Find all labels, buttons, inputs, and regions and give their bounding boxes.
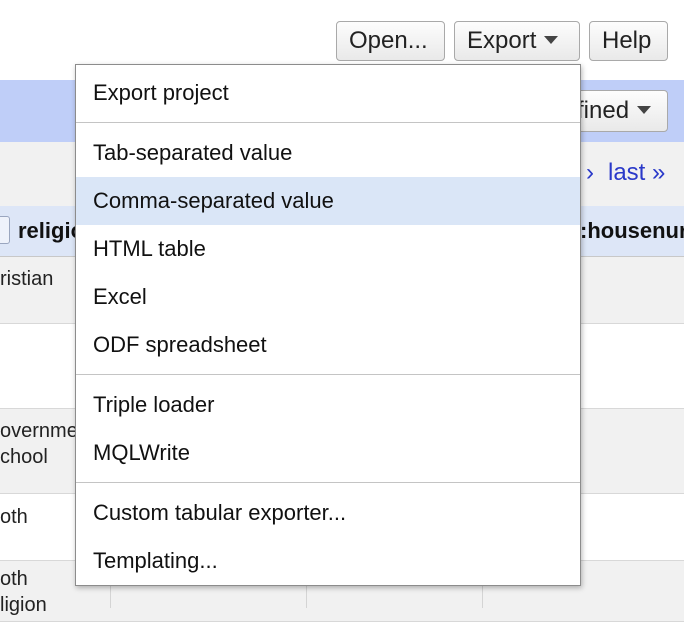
menu-separator: [76, 122, 580, 123]
column-header-housenumber[interactable]: :housenur: [580, 218, 684, 244]
menu-separator: [76, 374, 580, 375]
pager-next-link[interactable]: ›: [586, 159, 594, 186]
menu-item-html-table[interactable]: HTML table: [76, 225, 580, 273]
table-cell-line: overnme: [0, 420, 78, 442]
menu-item-export-project[interactable]: Export project: [76, 69, 580, 117]
help-button[interactable]: Help: [589, 21, 668, 61]
export-button[interactable]: Export: [454, 21, 580, 61]
grid-header-dropdown-label: fined: [577, 97, 630, 124]
menu-item-odf-spreadsheet[interactable]: ODF spreadsheet: [76, 321, 580, 369]
table-cell: oth ligion: [0, 566, 47, 618]
pager-last-link[interactable]: last »: [608, 159, 665, 186]
table-cell: oth: [0, 506, 28, 528]
menu-item-mqlwrite[interactable]: MQLWrite: [76, 429, 580, 477]
menu-item-tab-separated-value[interactable]: Tab-separated value: [76, 129, 580, 177]
open-button-label: Open...: [349, 27, 428, 54]
export-button-label: Export: [467, 27, 537, 54]
table-cell: ristian: [0, 268, 54, 290]
menu-item-excel[interactable]: Excel: [76, 273, 580, 321]
menu-item-comma-separated-value[interactable]: Comma-separated value: [76, 177, 580, 225]
open-button[interactable]: Open...: [336, 21, 445, 61]
table-cell-line: chool: [0, 446, 48, 468]
export-menu: Export project Tab-separated value Comma…: [75, 64, 581, 586]
column-menu-toggle[interactable]: [0, 216, 10, 244]
menu-item-templating[interactable]: Templating...: [76, 537, 580, 585]
menu-item-custom-tabular-exporter[interactable]: Custom tabular exporter...: [76, 489, 580, 537]
table-cell-line: ligion: [0, 594, 47, 616]
menu-item-triple-loader[interactable]: Triple loader: [76, 381, 580, 429]
chevron-down-icon: [637, 106, 652, 115]
chevron-down-icon: [544, 36, 559, 45]
help-button-label: Help: [602, 27, 652, 54]
table-cell: overnme chool: [0, 418, 78, 470]
pager: › last »: [586, 159, 679, 187]
menu-separator: [76, 482, 580, 483]
table-cell-line: oth: [0, 568, 28, 590]
